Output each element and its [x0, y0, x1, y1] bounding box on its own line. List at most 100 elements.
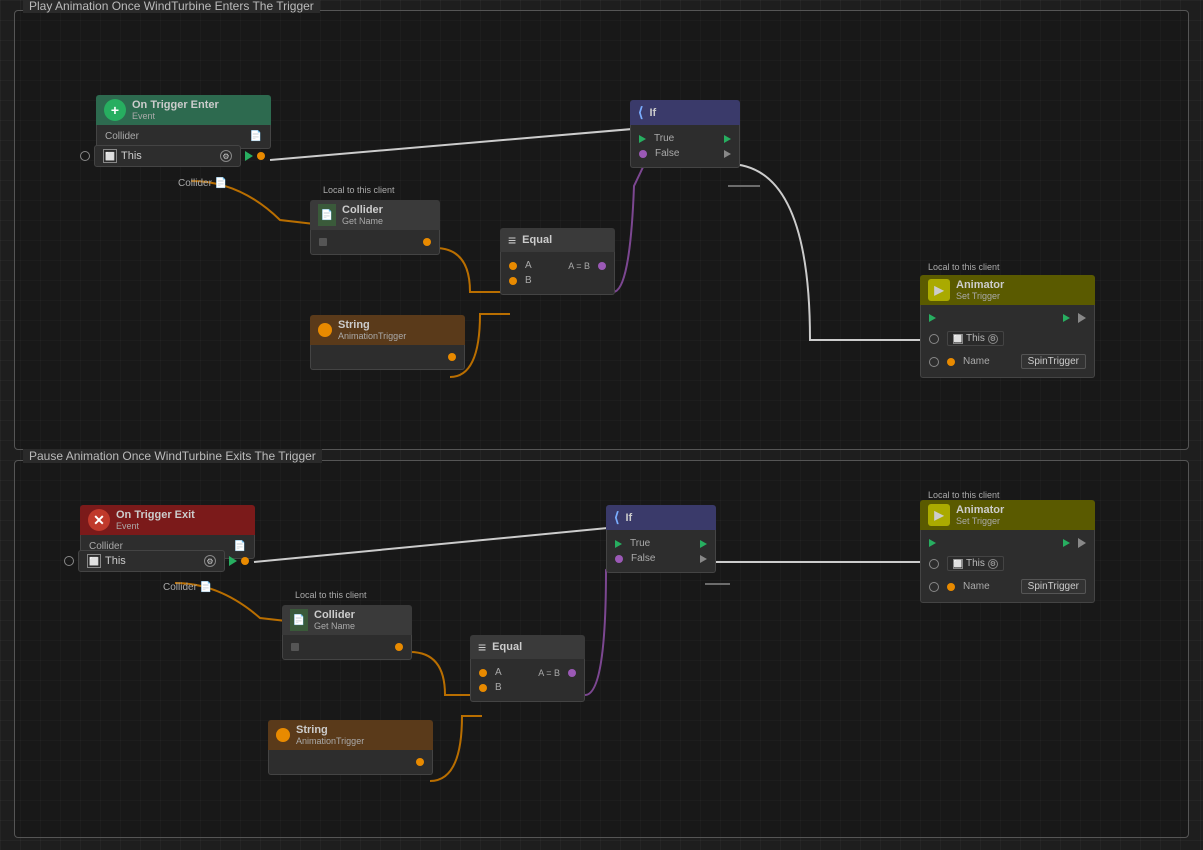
animator-icon-2: ▶	[928, 504, 950, 526]
animator-this-label-2: This	[966, 558, 985, 569]
animator-name-label-2: Name	[963, 581, 990, 592]
this-label-1: This	[121, 150, 142, 162]
trigger-exit-subtitle: Event	[116, 521, 195, 531]
animator-this-gear-1[interactable]: ⚙	[988, 334, 998, 344]
animator-title-2: Animator	[956, 504, 1004, 516]
node-this-2[interactable]: ⬜ This ⚙	[64, 550, 249, 572]
trigger-enter-collider-row: Collider 📄	[105, 129, 262, 144]
animator-this-row-1: ⬜ This ⚙	[929, 329, 1086, 348]
trigger-enter-collider-label: Collider	[105, 131, 139, 142]
equal-a-in-2	[479, 669, 487, 677]
if-true-arrow-out-2	[700, 540, 707, 548]
if-true-arrow-in-1	[639, 135, 646, 143]
collider-out-pin-1	[423, 238, 431, 246]
string-title-1: String	[338, 319, 406, 331]
this-arrow-2	[229, 556, 237, 566]
trigger-enter-icon: +	[104, 99, 126, 121]
animator-this-label-1: This	[966, 333, 985, 344]
collider-icon-2: 📄	[290, 609, 308, 631]
animator-body-2: ⬜ This ⚙ Name SpinTrigger	[920, 530, 1095, 603]
node-on-trigger-enter[interactable]: + On Trigger Enter Event Collider 📄	[96, 95, 271, 149]
string-subtitle-1: AnimationTrigger	[338, 331, 406, 341]
collider-body-2	[282, 635, 412, 660]
animator-name-circle-1	[929, 357, 939, 367]
this-arrow-1	[245, 151, 253, 161]
equal-a-row-1: A A = B	[509, 258, 606, 273]
local-client-label-2: Local to this client	[295, 590, 367, 600]
animator-this-box-icon-2: ⬜	[953, 559, 963, 569]
equal-header-1: ≡ Equal	[500, 228, 615, 252]
collider-body-1	[310, 230, 440, 255]
animator-subtitle-1: Set Trigger	[956, 291, 1004, 301]
this-orange-pin-1	[257, 152, 265, 160]
if-false-pin-2	[615, 555, 623, 563]
animator-name-row-1: Name SpinTrigger	[929, 352, 1086, 371]
if-header-2: ⟨ If	[606, 505, 716, 530]
collider-subtitle-1: Get Name	[342, 216, 383, 226]
if-true-row-2: True	[615, 536, 707, 551]
collider-subtitle-2: Get Name	[314, 621, 355, 631]
node-string-1[interactable]: String AnimationTrigger	[310, 315, 465, 370]
this-orange-pin-2	[241, 557, 249, 565]
animator-tri-1	[1078, 313, 1086, 323]
equal-a-label-2: A	[495, 667, 502, 678]
if-false-label-1: False	[655, 148, 720, 159]
collider-input-row-2	[291, 641, 403, 653]
node-string-2[interactable]: String AnimationTrigger	[268, 720, 433, 775]
equal-b-row-2: B	[479, 680, 576, 695]
animator-name-val-2: SpinTrigger	[1021, 579, 1086, 594]
string-body-2	[268, 750, 433, 775]
this-box-icon-1: ⬜	[103, 149, 117, 163]
equal-body-2: A A = B B	[470, 659, 585, 702]
collider-input-row-1	[319, 236, 431, 248]
graph-canvas[interactable]: Play Animation Once WindTurbine Enters T…	[0, 0, 1203, 850]
node-equal-1[interactable]: ≡ Equal A A = B B	[500, 228, 615, 295]
if-true-arrow-out-1	[724, 135, 731, 143]
node-animator-2[interactable]: ▶ Animator Set Trigger ⬜ This ⚙	[920, 500, 1095, 603]
animator-name-circle-2	[929, 582, 939, 592]
node-animator-1[interactable]: ▶ Animator Set Trigger ⬜ This ⚙	[920, 275, 1095, 378]
if-icon-1: ⟨	[638, 104, 643, 121]
if-false-pin-1	[639, 150, 647, 158]
animator-this-gear-2[interactable]: ⚙	[988, 559, 998, 569]
this-box-1[interactable]: ⬜ This ⚙	[94, 145, 241, 167]
if-false-label-2: False	[631, 553, 696, 564]
animator-subtitle-2: Set Trigger	[956, 516, 1004, 526]
equal-b-label-1: B	[525, 275, 532, 286]
string-pin-row-2	[277, 756, 424, 768]
this-gear-2[interactable]: ⚙	[204, 555, 216, 567]
equal-out-1	[598, 262, 606, 270]
node-collider-getname-2[interactable]: 📄 Collider Get Name	[282, 605, 412, 660]
animator-name-pin-2	[947, 583, 955, 591]
if-body-2: True False	[606, 530, 716, 573]
this-box-2[interactable]: ⬜ This ⚙	[78, 550, 225, 572]
collider-label-1: Collider 📄	[178, 178, 227, 189]
animator-this-row-2: ⬜ This ⚙	[929, 554, 1086, 573]
equal-b-row-1: B	[509, 273, 606, 288]
string-header-1: String AnimationTrigger	[310, 315, 465, 345]
animator-exec-in-2	[929, 539, 936, 547]
trigger-exit-title: On Trigger Exit	[116, 509, 195, 521]
if-false-row-1: False	[639, 146, 731, 161]
node-collider-getname-1[interactable]: 📄 Collider Get Name	[310, 200, 440, 255]
animator-this-circle-1	[929, 334, 939, 344]
equal-ab-label-2: A = B	[538, 668, 560, 678]
animator-body-1: ⬜ This ⚙ Name SpinTrigger	[920, 305, 1095, 378]
group-pause-label: Pause Animation Once WindTurbine Exits T…	[23, 449, 322, 463]
if-true-row-1: True	[639, 131, 731, 146]
animator-name-pin-1	[947, 358, 955, 366]
node-if-1[interactable]: ⟨ If True False	[630, 100, 740, 168]
collider-getname-header-1: 📄 Collider Get Name	[310, 200, 440, 230]
if-false-row-2: False	[615, 551, 707, 566]
this-gear-1[interactable]: ⚙	[220, 150, 232, 162]
node-equal-2[interactable]: ≡ Equal A A = B B	[470, 635, 585, 702]
animator-exec-out-1	[1063, 314, 1070, 322]
equal-body-1: A A = B B	[500, 252, 615, 295]
equal-b-label-2: B	[495, 682, 502, 693]
node-this-1[interactable]: ⬜ This ⚙	[80, 145, 265, 167]
animator-icon-1: ▶	[928, 279, 950, 301]
equal-title-2: Equal	[492, 641, 522, 653]
node-if-2[interactable]: ⟨ If True False	[606, 505, 716, 573]
if-body-1: True False	[630, 125, 740, 168]
animator-this-box-icon-1: ⬜	[953, 334, 963, 344]
